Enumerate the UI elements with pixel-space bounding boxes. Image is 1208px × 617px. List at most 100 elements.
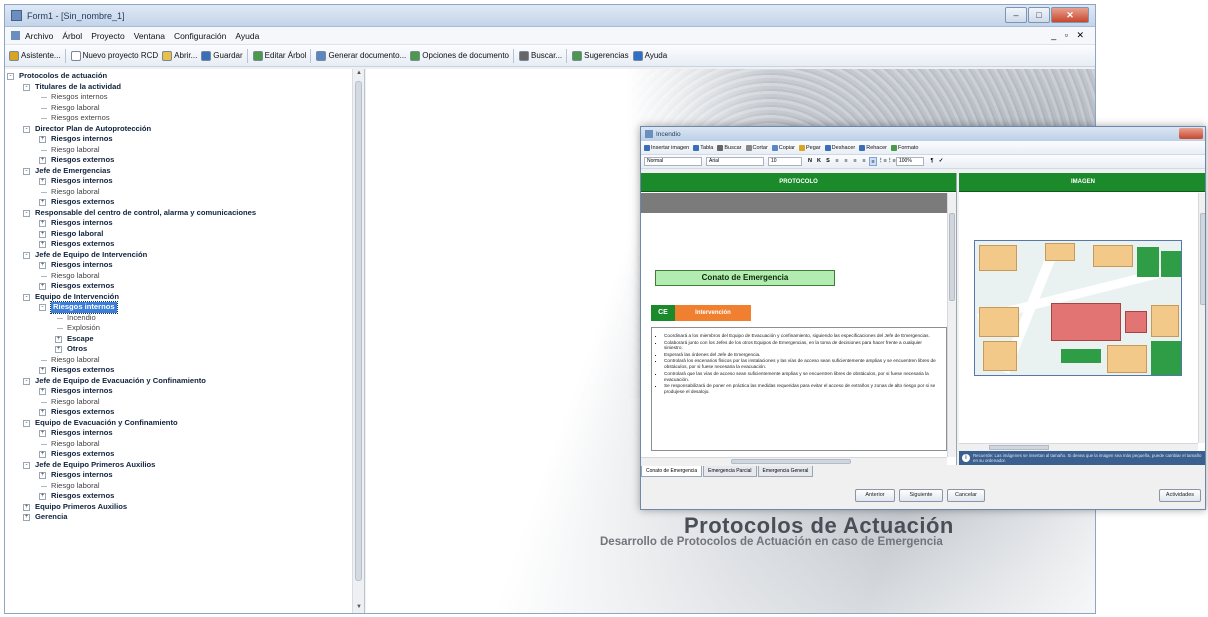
scroll-thumb[interactable] — [989, 445, 1049, 450]
tree-node[interactable]: + Gerencia — [19, 512, 349, 523]
expand-icon[interactable]: + — [39, 199, 46, 206]
tree-node[interactable]: + Riesgos externos — [19, 365, 349, 376]
style-combo[interactable]: Normal — [644, 157, 702, 166]
tree-node[interactable]: - Responsable del centro de control, alar… — [19, 208, 349, 219]
tree-node[interactable]: - Jefe de Emergencias — [19, 166, 349, 177]
tree-node[interactable]: + Riesgos externos — [19, 407, 349, 418]
format-button-1[interactable]: K — [815, 157, 823, 166]
maximize-button[interactable]: □ — [1028, 7, 1050, 23]
expand-icon[interactable]: + — [55, 335, 62, 343]
image-vscroll[interactable] — [1198, 193, 1205, 443]
toolbar-button-5[interactable]: Generar documento... — [316, 50, 406, 61]
tree-node-label[interactable]: Escape — [67, 334, 94, 345]
toolbar-button-0[interactable]: Asistente... — [9, 50, 61, 61]
tree-node-label[interactable]: Riesgo laboral — [51, 145, 100, 156]
tree-node-label[interactable]: Riesgos externos — [51, 281, 114, 292]
protocol-pane[interactable]: PROTOCOLO Conato de Emergencia CE Interv… — [641, 173, 957, 465]
expand-icon[interactable]: + — [39, 230, 46, 238]
tree-node[interactable]: + Riesgos internos — [19, 176, 349, 187]
mdi-controls[interactable]: _ ▫ ✕ — [1051, 30, 1087, 41]
tree-node[interactable]: Riesgo laboral — [19, 145, 349, 156]
format-button-2[interactable]: S — [824, 157, 832, 166]
tree-node-label[interactable]: Titulares de la actividad — [35, 82, 121, 93]
tree-node[interactable]: + Riesgos externos — [19, 239, 349, 250]
toolbar-button-2[interactable]: Abrir... — [162, 50, 197, 61]
tree-node[interactable]: + Riesgos externos — [19, 281, 349, 292]
scroll-thumb[interactable] — [731, 459, 851, 464]
expand-icon[interactable]: + — [39, 388, 46, 395]
tree-node-label[interactable]: Riesgos internos — [51, 134, 113, 145]
tree-node-label[interactable]: Gerencia — [35, 512, 68, 523]
tree-node-label[interactable]: Equipo de Intervención — [35, 292, 119, 303]
editor-tool-5[interactable]: Pegar — [798, 144, 821, 151]
editor-tool-7[interactable]: Rehacer — [859, 144, 887, 151]
tree-node-label[interactable]: Riesgos internos — [51, 386, 113, 397]
collapse-icon[interactable]: - — [7, 73, 14, 80]
menu-item-3[interactable]: Ventana — [134, 31, 165, 41]
menu-item-0[interactable]: Archivo — [25, 31, 53, 41]
expand-icon[interactable]: + — [23, 514, 30, 521]
tree-node-label[interactable]: Jefe de Equipo de Evacuación y Confinami… — [35, 376, 206, 387]
tree-node-label[interactable]: Director Plan de Autoprotección — [35, 124, 151, 135]
editor-tool-8[interactable]: Formato — [891, 144, 919, 151]
tree-node-label[interactable]: Riesgos externos — [51, 197, 114, 208]
expand-icon[interactable]: + — [39, 493, 46, 500]
tree-node-label[interactable]: Responsable del centro de control, alarm… — [35, 208, 256, 219]
menu-item-1[interactable]: Árbol — [62, 31, 82, 41]
tree-node[interactable]: Riesgos internos — [19, 92, 349, 103]
expand-icon[interactable]: + — [39, 241, 46, 248]
instructions-list[interactable]: Coordinará a los miembros del Equipo de … — [651, 327, 947, 451]
font-combo[interactable]: Arial — [706, 157, 764, 166]
tree-node-label[interactable]: Incendio — [67, 313, 96, 324]
tree-node[interactable]: + Otros — [19, 344, 349, 355]
tree-node-label[interactable]: Riesgos internos — [51, 218, 113, 229]
scroll-thumb[interactable] — [949, 213, 955, 301]
tree-node-label[interactable]: Riesgos internos — [50, 301, 118, 314]
tree-node[interactable]: - Jefe de Equipo Primeros Auxilios — [19, 460, 349, 471]
tree-node-label[interactable]: Riesgos internos — [51, 428, 113, 439]
tree-node-label[interactable]: Riesgos externos — [51, 449, 114, 460]
tree-node-label[interactable]: Riesgos externos — [51, 365, 114, 376]
collapse-icon[interactable]: - — [23, 209, 30, 217]
tree-node[interactable]: Riesgos externos — [19, 113, 349, 124]
tree-node-label[interactable]: Riesgos internos — [51, 260, 113, 271]
collapse-icon[interactable]: - — [23, 419, 30, 427]
tree-node[interactable]: - Equipo de Evacuación y Confinamiento — [19, 418, 349, 429]
tree-node[interactable]: Riesgo laboral — [19, 103, 349, 114]
format-button-7[interactable]: ≡ — [869, 157, 877, 166]
tree-node[interactable]: + Riesgos externos — [19, 449, 349, 460]
expand-icon[interactable]: + — [39, 451, 46, 458]
tree-node-label[interactable]: Riesgo laboral — [51, 439, 100, 450]
tree-node[interactable]: Riesgo laboral — [19, 355, 349, 366]
expand-icon[interactable]: + — [39, 367, 46, 374]
scroll-down-icon[interactable]: ▼ — [353, 604, 364, 613]
tree-scrollbar[interactable]: ▲ ▼ — [352, 69, 364, 613]
tree-node[interactable]: Riesgo laboral — [19, 187, 349, 198]
editor-tool-2[interactable]: Buscar — [717, 144, 742, 151]
tree-node[interactable]: + Riesgos internos — [19, 134, 349, 145]
editor-tool-4[interactable]: Copiar — [771, 144, 795, 151]
tree-node[interactable]: + Riesgo laboral — [19, 229, 349, 240]
tree-node[interactable]: - Jefe de Equipo de Intervención — [19, 250, 349, 261]
toolbar-button-6[interactable]: Opciones de documento — [410, 50, 509, 61]
tree-node-label[interactable]: Equipo Primeros Auxilios — [35, 502, 127, 513]
tree-node[interactable]: Incendio — [19, 313, 349, 324]
tree-node[interactable]: + Riesgos externos — [19, 491, 349, 502]
tree-node-label[interactable]: Riesgo laboral — [51, 481, 100, 492]
tree-node[interactable]: Riesgo laboral — [19, 481, 349, 492]
collapse-icon[interactable]: - — [23, 83, 30, 91]
expand-icon[interactable]: + — [39, 178, 46, 185]
toolbar-button-4[interactable]: Editar Árbol — [252, 50, 306, 61]
format-button-0[interactable]: N — [806, 157, 814, 166]
editor-tool-6[interactable]: Deshacer — [824, 144, 855, 151]
expand-icon[interactable]: + — [23, 503, 30, 511]
expand-icon[interactable]: + — [39, 283, 46, 290]
scroll-thumb[interactable] — [355, 81, 362, 581]
collapse-icon[interactable]: - — [23, 377, 30, 385]
expand-icon[interactable]: + — [39, 220, 46, 227]
collapse-icon[interactable]: - — [23, 251, 30, 259]
tree-node-label[interactable]: Jefe de Equipo Primeros Auxilios — [35, 460, 155, 471]
editor-tool-1[interactable]: Tabla — [693, 144, 713, 151]
tree-node[interactable]: Riesgo laboral — [19, 271, 349, 282]
scroll-up-icon[interactable]: ▲ — [353, 70, 364, 80]
